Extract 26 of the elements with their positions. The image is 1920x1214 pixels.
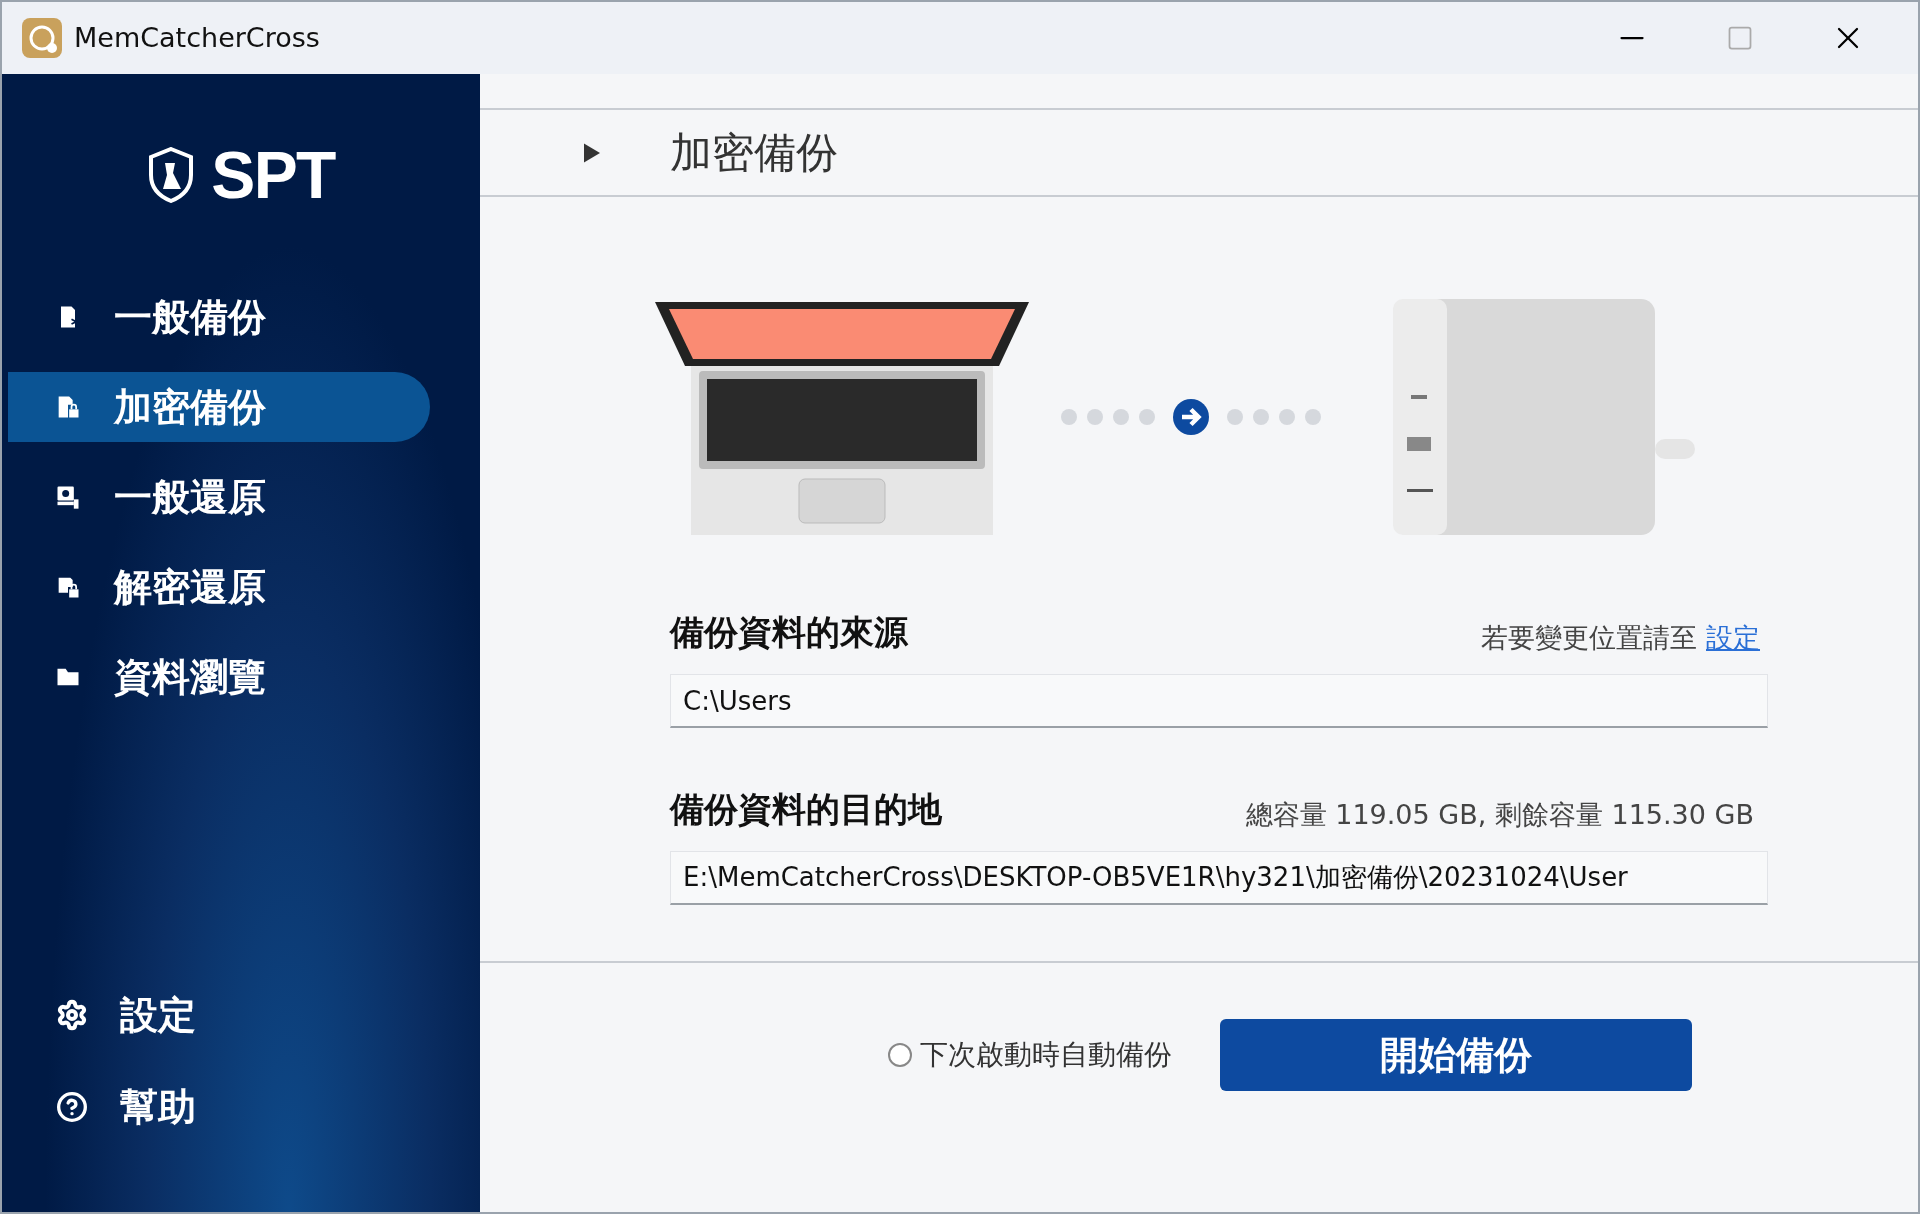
window-title: MemCatcherCross	[74, 20, 320, 55]
nav-item[interactable]: 設定	[2, 980, 480, 1050]
nav-item[interactable]: 一般還原	[8, 462, 430, 532]
nav-item[interactable]: 幫助	[2, 1072, 480, 1142]
auto-backup-option[interactable]: 下次啟動時自動備份	[888, 1034, 1172, 1076]
brand-logo-text: SPT	[211, 142, 335, 208]
radio-icon[interactable]	[888, 1043, 912, 1067]
start-backup-button[interactable]: 開始備份	[1220, 1019, 1692, 1091]
destination-path-field[interactable]: E:\MemCatcherCross\DESKTOP-OB5VE1R\hy321\加密備份\20231024\User	[670, 851, 1768, 905]
nav-item[interactable]: 加密備份	[8, 372, 430, 442]
shield-logo-icon	[147, 147, 196, 203]
section-heading: 備份資料的目的地	[670, 788, 942, 831]
nav-item[interactable]: 資料瀏覽	[8, 642, 430, 712]
help-icon	[56, 1091, 88, 1123]
arrow-right-circle-icon	[1173, 399, 1209, 435]
capacity-text: 總容量 119.05 GB, 剩餘容量 115.30 GB	[1245, 797, 1754, 832]
app-logo-icon	[22, 18, 62, 58]
settings-icon	[56, 999, 88, 1031]
section-heading: 備份資料的來源	[670, 611, 908, 654]
settings-hint: 若要變更位置請至 設定	[1481, 620, 1760, 655]
settings-link[interactable]: 設定	[1706, 621, 1760, 653]
expand-arrow-icon[interactable]	[584, 142, 600, 163]
source-path-field[interactable]: C:\Users	[670, 674, 1768, 728]
nav-item[interactable]: 解密還原	[8, 552, 430, 622]
nav-item[interactable]: 一般備份	[8, 282, 430, 352]
page-title: 加密備份	[670, 127, 838, 179]
